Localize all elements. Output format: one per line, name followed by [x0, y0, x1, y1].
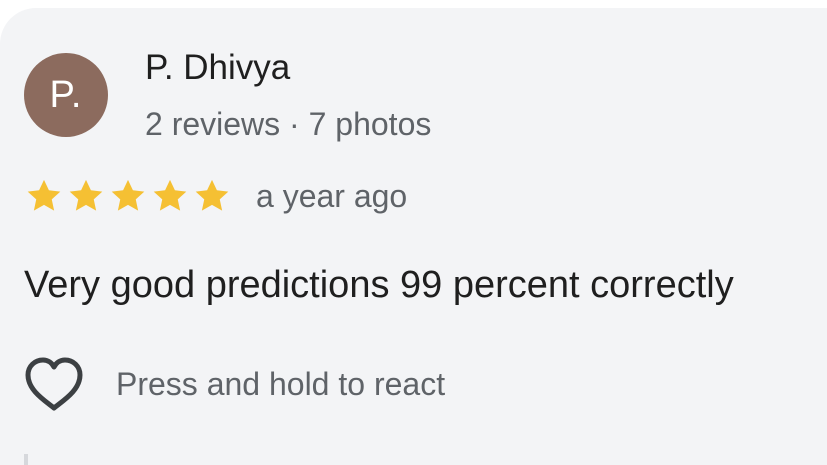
star-icon [111, 179, 145, 211]
divider [24, 454, 28, 465]
star-icon [153, 179, 187, 211]
review-card: P. P. Dhivya 2 reviews · 7 photos a year… [0, 8, 827, 465]
rating-row: a year ago [24, 176, 407, 216]
avatar-initials: P. [49, 73, 83, 116]
author-name[interactable]: P. Dhivya [145, 48, 290, 88]
react-button[interactable]: Press and hold to react [22, 356, 445, 412]
heart-outline-icon[interactable] [22, 356, 86, 412]
review-text: Very good predictions 99 percent correct… [24, 264, 734, 306]
star-icon [27, 179, 61, 211]
react-label: Press and hold to react [116, 365, 446, 402]
avatar[interactable]: P. [24, 53, 108, 137]
star-icon [69, 179, 103, 211]
review-date: a year ago [256, 177, 408, 214]
star-rating [24, 177, 232, 215]
star-icon [195, 179, 229, 211]
author-meta: 2 reviews · 7 photos [145, 106, 432, 142]
